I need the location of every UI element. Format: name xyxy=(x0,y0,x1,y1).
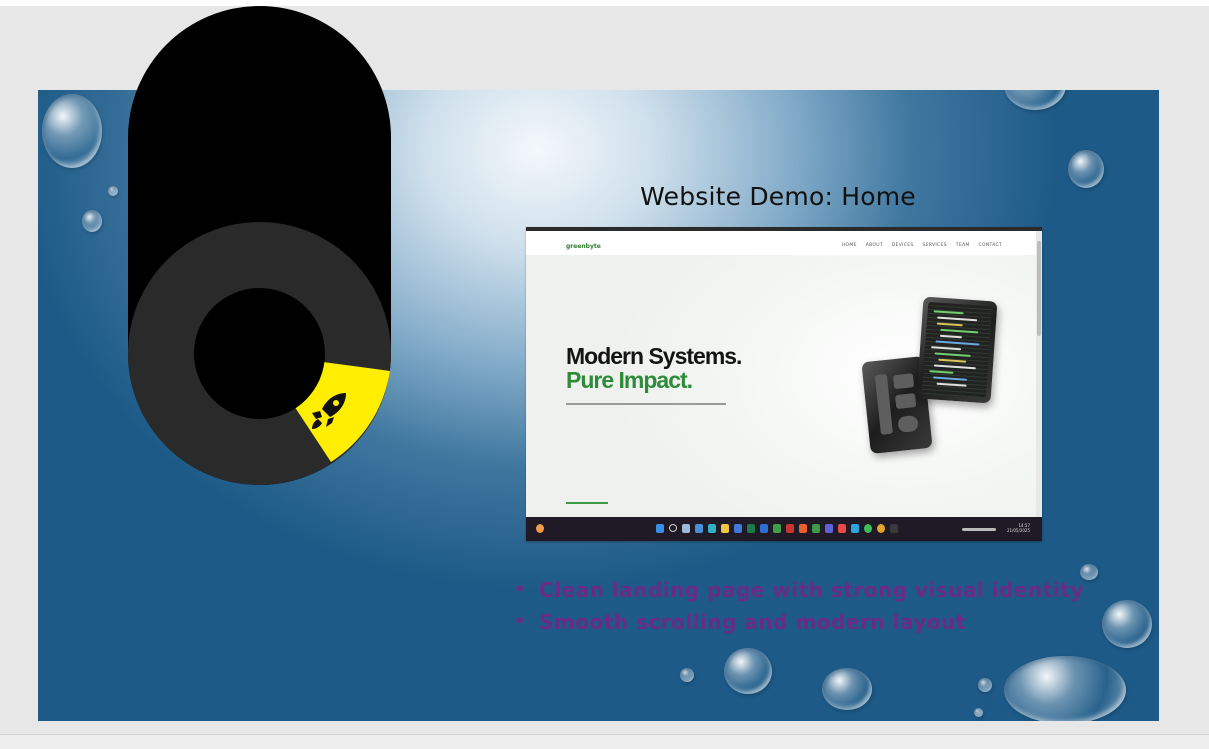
app-icon xyxy=(708,524,716,533)
hero-subtitle xyxy=(566,403,726,405)
water-drop xyxy=(680,668,694,682)
water-drop xyxy=(1068,150,1104,188)
app-icon xyxy=(786,524,794,533)
bullet-item: • Smooth scrolling and modern layout xyxy=(511,606,1084,638)
tray-icons xyxy=(962,528,996,531)
clock-date: 21/05/2025 xyxy=(1006,528,1030,533)
water-drop xyxy=(978,678,992,692)
site-menu-item: ABOUT xyxy=(865,243,883,248)
bullet-dot: • xyxy=(514,579,527,600)
water-drop xyxy=(82,210,102,232)
presentation-stage: Website Demo: Home greenbyte HOME ABOUT … xyxy=(0,0,1209,749)
website-screenshot: greenbyte HOME ABOUT DEVICES SERVICES TE… xyxy=(526,227,1042,541)
code-screen xyxy=(921,301,993,399)
app-icon xyxy=(695,524,703,533)
device-image-front xyxy=(916,296,998,404)
site-menu-item: CONTACT xyxy=(978,243,1002,248)
app-icon xyxy=(721,524,729,533)
bullet-dot: • xyxy=(514,611,527,632)
hero-link xyxy=(566,502,608,504)
app-icon xyxy=(773,524,781,533)
site-menu: HOME ABOUT DEVICES SERVICES TEAM CONTACT xyxy=(842,243,1002,248)
bullet-text: Clean landing page with strong visual id… xyxy=(539,578,1084,602)
app-icon xyxy=(682,524,690,533)
app-icon xyxy=(864,524,872,533)
app-icon xyxy=(812,524,820,533)
search-icon xyxy=(669,524,677,532)
water-drop xyxy=(1004,656,1126,721)
device-slots xyxy=(871,369,924,441)
site-menu-item: SERVICES xyxy=(922,243,947,248)
bullet-item: • Clean landing page with strong visual … xyxy=(511,574,1084,606)
app-icon xyxy=(760,524,768,533)
bullet-text: Smooth scrolling and modern layout xyxy=(539,610,966,634)
window-bottom-bar xyxy=(0,734,1209,749)
water-drop xyxy=(724,648,772,694)
rocket-icon xyxy=(312,393,346,429)
hero-heading-line1: Modern Systems. xyxy=(566,343,742,369)
site-hero: Modern Systems. Pure Impact. xyxy=(526,255,1036,517)
app-icon xyxy=(799,524,807,533)
water-drop xyxy=(1102,600,1152,648)
app-icon xyxy=(890,524,898,533)
app-icon xyxy=(838,524,846,533)
water-drop xyxy=(974,708,983,717)
site-menu-item: DEVICES xyxy=(891,243,914,248)
app-icon xyxy=(877,524,885,533)
bullet-list: • Clean landing page with strong visual … xyxy=(511,574,1084,638)
windows-taskbar: 14:57 21/05/2025 xyxy=(526,517,1042,541)
taskbar-clock: 14:57 21/05/2025 xyxy=(1007,523,1030,533)
app-icon xyxy=(851,524,859,533)
hero-heading-line2: Pure Impact. xyxy=(566,367,693,393)
overlay-widget[interactable] xyxy=(128,6,391,485)
site-logo: greenbyte xyxy=(566,243,601,250)
water-drop xyxy=(822,668,872,710)
app-icon xyxy=(825,524,833,533)
water-drop xyxy=(108,186,118,196)
widget-icon xyxy=(536,524,544,533)
app-icon xyxy=(734,524,742,533)
site-nav-bar: greenbyte HOME ABOUT DEVICES SERVICES TE… xyxy=(526,231,1042,255)
water-drop xyxy=(1004,90,1066,110)
slide-title: Website Demo: Home xyxy=(640,182,916,211)
site-menu-item: HOME xyxy=(841,243,857,248)
site-menu-item: TEAM xyxy=(955,243,970,248)
scroll-thumb xyxy=(1037,241,1041,336)
app-icon xyxy=(747,524,755,533)
water-drop xyxy=(42,94,102,168)
start-icon xyxy=(656,524,664,533)
scrollbar xyxy=(1036,231,1042,517)
